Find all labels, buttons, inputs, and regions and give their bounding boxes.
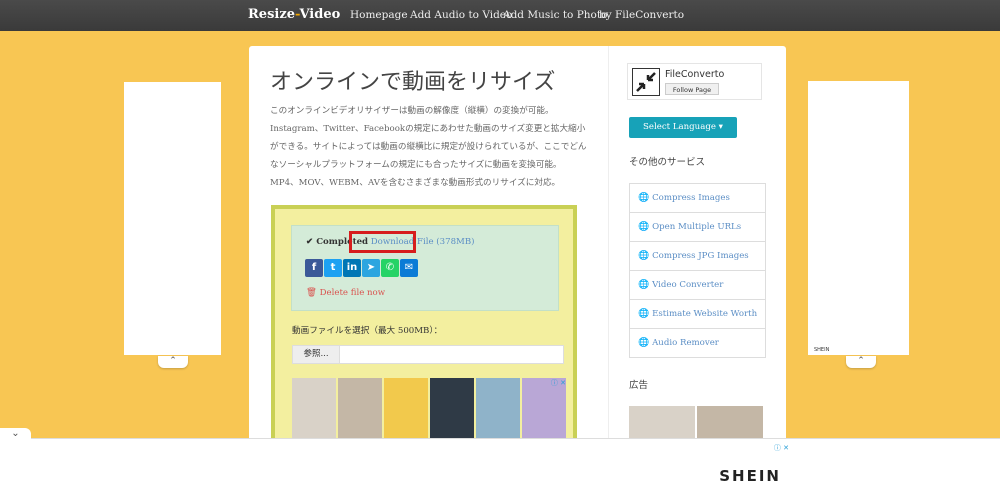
left-side-ad[interactable] <box>124 82 221 355</box>
intro-text: このオンラインビデオリサイザーは動画の解像度（縦横）の変換が可能。Instagr… <box>270 106 587 188</box>
service-label: Audio Remover <box>652 338 719 348</box>
service-link[interactable]: 🌐 Compress Images <box>630 184 765 213</box>
fileconverto-logo-icon <box>632 68 660 96</box>
bottom-ad-choices-icon[interactable]: ⓘ ✕ <box>774 443 789 453</box>
service-label: Video Converter <box>652 280 724 290</box>
right-ad-brand: SHEIN <box>814 347 830 353</box>
share-whatsapp-button[interactable]: ✆ <box>381 259 399 277</box>
share-telegram-button[interactable]: ➤ <box>362 259 380 277</box>
ad-product-image[interactable] <box>384 378 428 440</box>
service-label: Compress JPG Images <box>652 251 749 261</box>
ad-product-image[interactable] <box>292 378 336 440</box>
globe-icon: 🌐 <box>638 338 653 348</box>
services-list: 🌐 Compress Images 🌐 Open Multiple URLs 🌐 C… <box>629 183 766 358</box>
share-twitter-button[interactable]: t <box>324 259 342 277</box>
follow-page-button[interactable]: Follow Page <box>665 83 719 95</box>
services-heading: その他のサービス <box>629 157 706 168</box>
select-language-button[interactable]: Select Language ▾ <box>629 117 737 138</box>
share-linkedin-button[interactable]: in <box>343 259 361 277</box>
result-alert: ✔ Completed Download File (378MB) f t in ➤ ✆… <box>291 225 559 311</box>
nav-by-fileconverto[interactable]: by FileConverto <box>599 9 684 21</box>
ad-product-image[interactable] <box>476 378 520 440</box>
right-ad-collapse-button[interactable]: ⌃ <box>846 356 876 368</box>
download-highlight-box <box>349 231 416 253</box>
nav-add-audio-to-video[interactable]: Add Audio to Video <box>410 9 512 21</box>
facebook-page-widget[interactable]: FileConverto Follow Page <box>627 63 762 100</box>
right-side-ad[interactable]: SHEIN <box>808 81 909 355</box>
bottom-ad-collapse-button[interactable]: ⌄ <box>0 428 31 440</box>
site-logo[interactable]: Resize-Video <box>248 7 340 22</box>
share-buttons: f t in ➤ ✆ ✉ <box>305 259 418 277</box>
page-title: オンラインで動画をリサイズ <box>270 70 556 95</box>
main-card: オンラインで動画をリサイズ このオンラインビデオリサイザーは動画の解像度（縦横）… <box>249 46 786 450</box>
delete-file-link[interactable]: 🗑 Delete file now <box>306 288 385 298</box>
ad-heading: 広告 <box>629 380 649 391</box>
service-link[interactable]: 🌐 Compress JPG Images <box>630 242 765 271</box>
shein-logo: SHEIN <box>719 467 781 485</box>
service-link[interactable]: 🌐 Open Multiple URLs <box>630 213 765 242</box>
service-label: Compress Images <box>652 193 730 203</box>
brand-part: Resize <box>248 7 295 22</box>
globe-icon: 🌐 <box>638 280 653 290</box>
ad-product-image[interactable] <box>338 378 382 440</box>
service-link[interactable]: 🌐 Video Converter <box>630 271 765 300</box>
nav-homepage[interactable]: Homepage <box>350 9 408 21</box>
service-label: Estimate Website Worth <box>652 309 758 319</box>
file-input[interactable]: 参照... <box>292 345 564 364</box>
inline-product-ad[interactable]: ⓘ ✕ <box>292 378 566 440</box>
column-divider <box>608 46 609 446</box>
globe-icon: 🌐 <box>638 222 653 232</box>
nav-add-music-to-photo[interactable]: Add Music to Photo <box>503 9 607 21</box>
globe-icon: 🌐 <box>638 251 653 261</box>
left-ad-collapse-button[interactable]: ⌃ <box>158 356 188 368</box>
top-navbar: Resize-Video Homepage Add Audio to Video… <box>0 0 1000 31</box>
globe-icon: 🌐 <box>638 309 653 319</box>
share-email-button[interactable]: ✉ <box>400 259 418 277</box>
brand-part: Video <box>299 7 341 22</box>
globe-icon: 🌐 <box>638 193 653 203</box>
service-link[interactable]: 🌐 Estimate Website Worth <box>630 300 765 329</box>
share-facebook-button[interactable]: f <box>305 259 323 277</box>
ad-product-image[interactable] <box>430 378 474 440</box>
service-label: Open Multiple URLs <box>652 222 742 232</box>
fb-page-name: FileConverto <box>665 69 725 80</box>
file-select-label: 動画ファイルを選択（最大 500MB）： <box>292 326 443 336</box>
ad-choices-icon[interactable]: ⓘ ✕ <box>551 378 566 388</box>
bottom-banner-ad[interactable]: ⓘ ✕ SHEIN <box>237 441 791 501</box>
browse-button[interactable]: 参照... <box>293 346 340 363</box>
service-link[interactable]: 🌐 Audio Remover <box>630 329 765 358</box>
resize-tool-panel: ✔ Completed Download File (378MB) f t in ➤ ✆… <box>271 205 577 450</box>
